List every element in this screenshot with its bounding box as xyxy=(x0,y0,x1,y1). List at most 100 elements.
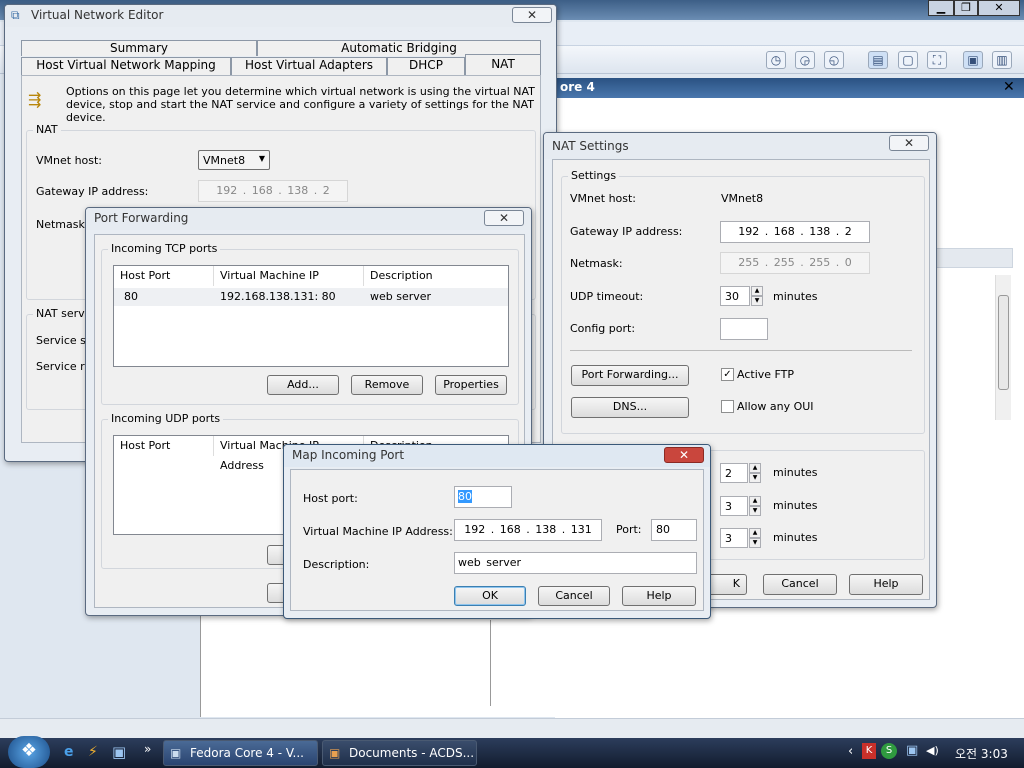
settings-separator xyxy=(570,350,912,351)
more-quicklaunch-icon[interactable]: » xyxy=(144,742,151,756)
udp-col-host-port[interactable]: Host Port xyxy=(114,436,214,456)
background-panel xyxy=(200,605,555,717)
description-field[interactable]: web server xyxy=(454,552,697,574)
vm-ip-label: Virtual Machine IP Address: xyxy=(303,525,453,538)
vm-tab-title: ore 4 xyxy=(560,80,595,94)
nat-gateway-field[interactable]: 192 . 168 . 138 . 2 xyxy=(720,221,870,243)
snapshot-manager-icon[interactable]: ◵ xyxy=(824,51,844,69)
nat-cancel-button[interactable]: Cancel xyxy=(763,574,837,595)
flash-icon[interactable]: ⚡ xyxy=(88,744,98,760)
vmnet-host-select[interactable]: VMnet8 ▼ xyxy=(198,150,270,170)
vne-close-button[interactable]: ✕ xyxy=(512,7,552,23)
chevron-down-icon: ▼ xyxy=(258,154,265,163)
content-band xyxy=(935,248,1013,268)
tcp-list[interactable]: Host Port Virtual Machine IP Address Des… xyxy=(113,265,509,367)
timeout-minutes-3: minutes xyxy=(773,531,818,544)
udp-timeout-field[interactable]: 30 xyxy=(720,286,750,306)
summary-view-icon[interactable]: ▥ xyxy=(992,51,1012,69)
timeout-field-3[interactable]: 3 xyxy=(720,528,748,548)
tab-summary[interactable]: Summary xyxy=(21,40,257,56)
map-cancel-button[interactable]: Cancel xyxy=(538,586,610,606)
nat-settings-close-button[interactable]: ✕ xyxy=(889,135,929,151)
network-tray-icon[interactable]: ▣ xyxy=(906,743,918,758)
nat-netmask-label: Netmask: xyxy=(570,257,623,270)
col-host-port[interactable]: Host Port xyxy=(114,266,214,286)
antivirus-icon[interactable]: K xyxy=(862,743,876,759)
restore-button[interactable]: ❐ xyxy=(954,0,978,16)
nat-netmask-field[interactable]: 255 . 255 . 255 . 0 xyxy=(720,252,870,274)
tab-nat[interactable]: NAT xyxy=(465,54,541,76)
timeout-spin-up-2[interactable]: ▲ xyxy=(749,496,761,506)
remove-button[interactable]: Remove xyxy=(351,375,423,395)
tab-host-virtual-adapters[interactable]: Host Virtual Adapters xyxy=(231,57,387,75)
gateway-label: Gateway IP address: xyxy=(36,185,149,198)
map-close-button[interactable]: ✕ xyxy=(664,447,704,463)
ie-icon[interactable]: e xyxy=(64,744,74,760)
timeout-spin-up-3[interactable]: ▲ xyxy=(749,528,761,538)
volume-icon[interactable]: ◀) xyxy=(926,744,939,757)
taskbar-item-fedora[interactable]: ▣ Fedora Core 4 - V... xyxy=(163,740,318,766)
timeout-spin-down-3[interactable]: ▼ xyxy=(749,538,761,548)
nat-vmnet-label: VMnet host: xyxy=(570,192,637,205)
add-button[interactable]: Add... xyxy=(267,375,339,395)
revert-snapshot-icon[interactable]: ◶ xyxy=(795,51,815,69)
dns-button[interactable]: DNS... xyxy=(571,397,689,418)
port-forwarding-button[interactable]: Port Forwarding... xyxy=(571,365,689,386)
timeout-field-2[interactable]: 3 xyxy=(720,496,748,516)
nat-settings-title-bar: NAT Settings xyxy=(544,133,936,159)
vertical-scrollbar[interactable] xyxy=(995,275,1011,420)
map-title-bar: Map Incoming Port xyxy=(284,445,710,467)
tab-host-virtual-network-mapping[interactable]: Host Virtual Network Mapping xyxy=(21,57,231,75)
console-view-icon[interactable]: ▣ xyxy=(963,51,983,69)
port-forwarding-title: Port Forwarding xyxy=(94,211,189,225)
vm-tab-header xyxy=(555,78,1024,98)
map-ok-button[interactable]: OK xyxy=(454,586,526,606)
timeout-spin-up-1[interactable]: ▲ xyxy=(749,463,761,473)
port-field[interactable]: 80 xyxy=(651,519,697,541)
table-row[interactable]: 80 192.168.138.131: 80 web server xyxy=(114,288,508,306)
nat-group-label: NAT xyxy=(33,123,61,136)
nat-help-button[interactable]: Help xyxy=(849,574,923,595)
close-tab-icon[interactable]: ✕ xyxy=(1003,79,1015,95)
port-forwarding-close-button[interactable]: ✕ xyxy=(484,210,524,226)
vne-title: Virtual Network Editor xyxy=(31,8,164,22)
vmnet-host-value: VMnet8 xyxy=(203,154,246,167)
minimize-button[interactable]: ▁ xyxy=(928,0,954,16)
desktop-icon[interactable]: ▣ xyxy=(112,743,126,761)
sidebar-view-icon[interactable]: ▤ xyxy=(868,51,888,69)
fullscreen-icon[interactable]: ⛶ xyxy=(927,51,947,69)
properties-button[interactable]: Properties xyxy=(435,375,507,395)
vne-title-bar: ⧉ Virtual Network Editor xyxy=(5,5,556,27)
map-help-button[interactable]: Help xyxy=(622,586,696,606)
snapshot-icon[interactable]: ◷ xyxy=(766,51,786,69)
security-tray-icon[interactable]: S xyxy=(881,743,897,759)
scroll-thumb[interactable] xyxy=(998,295,1009,390)
quick-switch-icon[interactable]: ▢ xyxy=(898,51,918,69)
gateway-ip-field[interactable]: 192 . 168 . 138 . 2 xyxy=(198,180,348,202)
service-status-label: Service s xyxy=(36,334,86,347)
timeout-spin-down-1[interactable]: ▼ xyxy=(749,473,761,483)
timeout-minutes-1: minutes xyxy=(773,466,818,479)
start-button[interactable]: ❖ xyxy=(8,736,50,768)
clock[interactable]: 오전 3:03 xyxy=(955,745,1008,762)
col-vm-ip[interactable]: Virtual Machine IP Address xyxy=(214,266,364,302)
active-ftp-label: Active FTP xyxy=(737,368,795,381)
config-port-label: Config port: xyxy=(570,322,636,335)
timeout-spin-down-2[interactable]: ▼ xyxy=(749,506,761,516)
udp-group-label: Incoming UDP ports xyxy=(108,412,224,425)
host-port-selected: 80 xyxy=(458,490,472,503)
timeout-field-1[interactable]: 2 xyxy=(720,463,748,483)
allow-any-oui-checkbox[interactable] xyxy=(721,400,734,413)
close-window-button[interactable]: ✕ xyxy=(978,0,1020,16)
vm-ip-field[interactable]: 192 . 168 . 138 . 131 xyxy=(454,519,602,541)
udp-spin-down[interactable]: ▼ xyxy=(751,296,763,306)
config-port-field[interactable] xyxy=(720,318,768,340)
udp-spin-up[interactable]: ▲ xyxy=(751,286,763,296)
tray-expand-icon[interactable]: ‹ xyxy=(848,744,853,759)
tab-dhcp[interactable]: DHCP xyxy=(387,57,465,75)
active-ftp-checkbox[interactable]: ✓ xyxy=(721,368,734,381)
col-description[interactable]: Description xyxy=(364,266,510,286)
taskbar-item-acdsee[interactable]: ▣ Documents - ACDS... xyxy=(322,740,477,766)
status-bar xyxy=(0,718,1024,740)
host-port-field[interactable]: 80 xyxy=(454,486,512,508)
